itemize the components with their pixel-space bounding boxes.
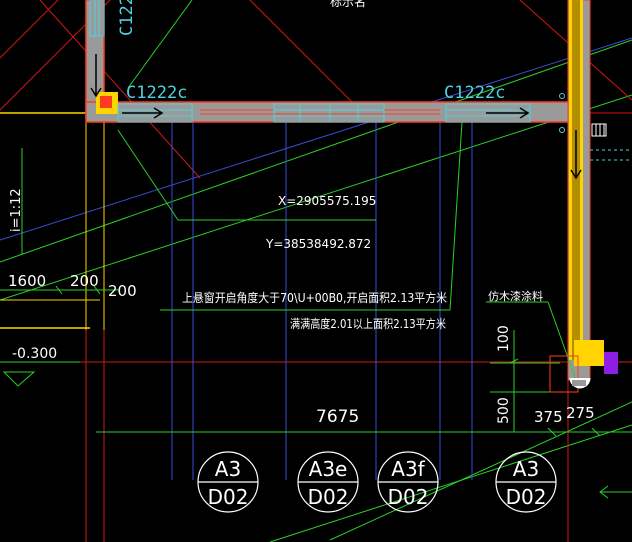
cad-viewport[interactable]: 标示名 C122 C1222c C1222c X=2905575.195 Y=3… xyxy=(0,0,632,542)
dim-500: 500 xyxy=(496,397,512,424)
dim-100: 100 xyxy=(496,325,512,352)
dim-7675: 7675 xyxy=(316,407,359,427)
dim-200-left: 200 xyxy=(70,272,99,290)
window-label-left: C1222c xyxy=(126,83,187,103)
elevation-label: -0.300 xyxy=(12,346,57,362)
cad-drawing-canvas[interactable]: 标示名 C122 C1222c C1222c X=2905575.195 Y=3… xyxy=(0,0,632,542)
window-note-line1: 上悬窗开启角度大于70\U+00B0,开启面积2.13平方米 xyxy=(182,290,447,305)
coord-y-label: Y=38538492.872 xyxy=(265,237,371,251)
finish-note-label: 仿木漆涂料 xyxy=(488,289,543,303)
dim-200-right: 200 xyxy=(108,282,137,300)
bubble1-top-text: A3 xyxy=(215,457,241,481)
dim-275: 275 xyxy=(566,404,595,422)
window-label-vertical: C122 xyxy=(117,0,137,36)
bubble2-bottom-text: D02 xyxy=(308,485,349,509)
window-label-right: C1222c xyxy=(444,83,505,103)
window-note-line2: 满满高度2.01以上面积2.13平方米 xyxy=(290,316,446,331)
slope-label: i=1:12 xyxy=(9,188,24,232)
bubble1-bottom-text: D02 xyxy=(208,485,249,509)
bubble2-top-text: A3e xyxy=(309,457,348,481)
elevation-marker xyxy=(2,371,36,387)
bubble4-bottom-text: D02 xyxy=(506,485,547,509)
window-glazing xyxy=(89,0,531,123)
coord-x-label: X=2905575.195 xyxy=(278,194,376,208)
top-cut-label: 标示名 xyxy=(330,0,366,9)
dim-1600: 1600 xyxy=(8,272,46,290)
bubble3-top-text: A3f xyxy=(391,457,425,481)
dim-375: 375 xyxy=(534,408,563,426)
bubble4-top-text: A3 xyxy=(513,457,539,481)
bubble3-bottom-text: D02 xyxy=(388,485,429,509)
